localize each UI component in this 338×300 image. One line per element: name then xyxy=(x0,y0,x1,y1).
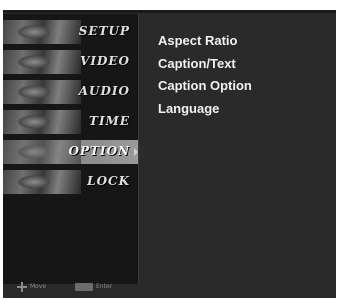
main-menu: SETUP VIDEO AUDIO TIME OPTION LOCK Move … xyxy=(3,14,139,292)
option-submenu: Aspect Ratio Caption/Text Caption Option… xyxy=(158,33,328,123)
nav-enter-label: Enter xyxy=(96,283,113,290)
menu-item-label: AUDIO xyxy=(78,84,130,98)
menu-item-setup[interactable]: SETUP xyxy=(3,20,138,44)
speaker-icon xyxy=(3,80,81,104)
menu-item-label: LOCK xyxy=(87,174,130,188)
nav-hints: Move Enter xyxy=(17,280,137,294)
top-rule xyxy=(3,10,336,13)
menu-item-time[interactable]: TIME xyxy=(3,110,138,134)
submenu-item-aspect-ratio[interactable]: Aspect Ratio xyxy=(158,33,328,56)
lock-icon xyxy=(3,170,81,194)
film-icon xyxy=(3,50,81,74)
menu-item-lock[interactable]: LOCK xyxy=(3,170,138,194)
menu-item-label: SETUP xyxy=(78,24,130,38)
clock-icon xyxy=(3,110,81,134)
menu-item-label: OPTION xyxy=(68,144,130,158)
nav-move-label: Move xyxy=(30,283,47,290)
menu-item-option[interactable]: OPTION xyxy=(3,140,138,164)
submenu-item-caption-option[interactable]: Caption Option xyxy=(158,78,328,101)
satellite-dish-icon xyxy=(3,20,81,44)
menu-item-label: TIME xyxy=(89,114,130,128)
menu-item-audio[interactable]: AUDIO xyxy=(3,80,138,104)
submenu-item-caption-text[interactable]: Caption/Text xyxy=(158,56,328,79)
chevron-right-icon xyxy=(134,148,138,156)
menu-item-label: VIDEO xyxy=(80,54,130,68)
menu-item-video[interactable]: VIDEO xyxy=(3,50,138,74)
submenu-item-language[interactable]: Language xyxy=(158,101,328,124)
enter-button-icon xyxy=(75,283,93,291)
move-arrows-icon xyxy=(17,282,27,292)
